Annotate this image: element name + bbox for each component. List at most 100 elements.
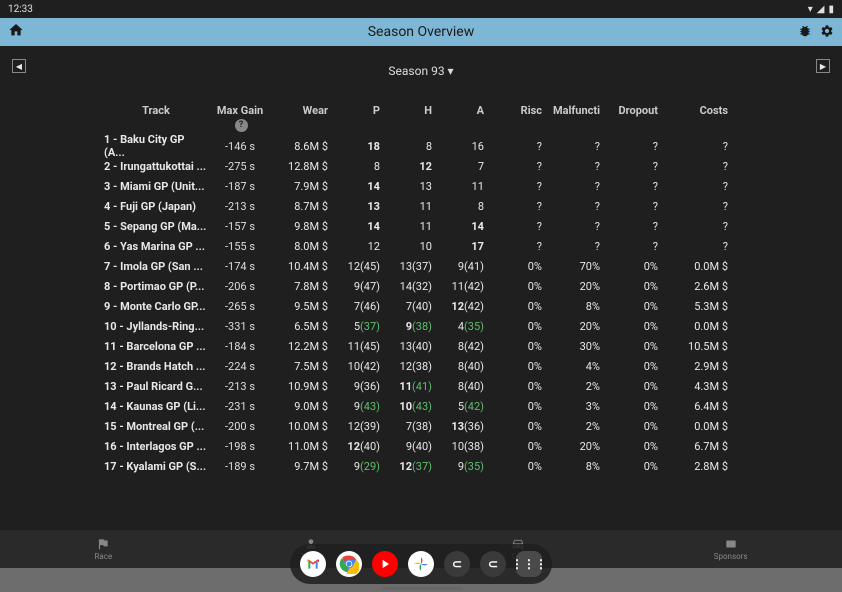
table-row[interactable]: 11 - Barcelona GP ...-184 s12.2M $11(45)…: [8, 336, 834, 356]
nav-race[interactable]: Race: [94, 537, 112, 561]
a-val: 8(40): [432, 380, 484, 393]
h-val: 9(38): [380, 320, 432, 333]
table-row[interactable]: 1 - Baku City GP (A...-146 s8.6M $18816?…: [8, 136, 834, 156]
p-val: 12(39): [328, 420, 380, 433]
risc: 0%: [484, 460, 542, 473]
malfunction: ?: [542, 140, 600, 153]
app-icon-2[interactable]: ⊂: [480, 551, 506, 577]
costs: ?: [658, 140, 728, 153]
table-row[interactable]: 17 - Kyalami GP (S...-189 s9.7M $9(29)12…: [8, 456, 834, 476]
dropout: ?: [600, 180, 658, 193]
costs: ?: [658, 240, 728, 253]
p-val: 5(37): [328, 320, 380, 333]
youtube-icon[interactable]: [372, 551, 398, 577]
season-selector[interactable]: Season 93 ▾: [388, 64, 453, 78]
table-row[interactable]: 6 - Yas Marina GP ...-155 s8.0M $121017?…: [8, 236, 834, 256]
max-gain: -174 s: [208, 260, 272, 273]
wear: 9.8M $: [272, 220, 328, 233]
h-val: 12(38): [380, 360, 432, 373]
photos-icon[interactable]: [408, 551, 434, 577]
h-val: 11: [380, 200, 432, 213]
track-name: 1 - Baku City GP (A...: [8, 133, 208, 159]
a-val: 7: [432, 160, 484, 173]
col-p: P: [328, 104, 380, 132]
table-row[interactable]: 16 - Interlagos GP ...-198 s11.0M $12(40…: [8, 436, 834, 456]
max-gain: -231 s: [208, 400, 272, 413]
wear: 11.0M $: [272, 440, 328, 453]
table-row[interactable]: 9 - Monte Carlo GP...-265 s9.5M $7(46)7(…: [8, 296, 834, 316]
wear: 9.0M $: [272, 400, 328, 413]
table-row[interactable]: 5 - Sepang GP (Ma...-157 s9.8M $141114??…: [8, 216, 834, 236]
a-val: 16: [432, 140, 484, 153]
table-row[interactable]: 14 - Kaunas GP (Li...-231 s9.0M $9(43)10…: [8, 396, 834, 416]
costs: 6.4M $: [658, 400, 728, 413]
track-name: 10 - Jyllands-Ring...: [8, 320, 208, 333]
table-row[interactable]: 8 - Portimao GP (P...-206 s7.8M $9(47)14…: [8, 276, 834, 296]
table-row[interactable]: 12 - Brands Hatch ...-224 s7.5M $10(42)1…: [8, 356, 834, 376]
malfunction: ?: [542, 180, 600, 193]
risc: 0%: [484, 360, 542, 373]
a-val: 10(38): [432, 440, 484, 453]
malfunction: 8%: [542, 300, 600, 313]
table-row[interactable]: 7 - Imola GP (San ...-174 s10.4M $12(45)…: [8, 256, 834, 276]
max-gain: -200 s: [208, 420, 272, 433]
table-row[interactable]: 10 - Jyllands-Ring...-331 s6.5M $5(37)9(…: [8, 316, 834, 336]
a-val: 17: [432, 240, 484, 253]
dropout: ?: [600, 240, 658, 253]
max-gain: -189 s: [208, 460, 272, 473]
h-val: 13(40): [380, 340, 432, 353]
table-row[interactable]: 4 - Fuji GP (Japan)-213 s8.7M $13118????: [8, 196, 834, 216]
costs: 10.5M $: [658, 340, 728, 353]
app-icon-1[interactable]: ⊂: [444, 551, 470, 577]
settings-icon[interactable]: [820, 23, 834, 42]
chevron-down-icon: ▾: [448, 64, 454, 78]
track-name: 2 - Irungattukottai ...: [8, 160, 208, 173]
table-row[interactable]: 3 - Miami GP (Unit...-187 s7.9M $141311?…: [8, 176, 834, 196]
wear: 9.5M $: [272, 300, 328, 313]
malfunction: 20%: [542, 440, 600, 453]
wear: 10.4M $: [272, 260, 328, 273]
dropout: 0%: [600, 340, 658, 353]
next-season-button[interactable]: ▶: [816, 59, 830, 73]
wear: 8.6M $: [272, 140, 328, 153]
track-name: 7 - Imola GP (San ...: [8, 260, 208, 273]
risc: 0%: [484, 280, 542, 293]
wear: 8.7M $: [272, 200, 328, 213]
p-val: 8: [328, 160, 380, 173]
help-icon[interactable]: ?: [235, 119, 248, 132]
gmail-icon[interactable]: [300, 551, 326, 577]
app-drawer-icon[interactable]: ⋮⋮⋮: [516, 551, 542, 577]
costs: ?: [658, 160, 728, 173]
dropout: 0%: [600, 360, 658, 373]
chrome-icon[interactable]: [336, 551, 362, 577]
status-icons: ▾ ◢ ▮: [808, 4, 834, 15]
p-val: 18: [328, 140, 380, 153]
max-gain: -155 s: [208, 240, 272, 253]
max-gain: -213 s: [208, 200, 272, 213]
bug-icon[interactable]: [798, 23, 812, 42]
dropout: 0%: [600, 380, 658, 393]
nav-pill[interactable]: [381, 587, 461, 590]
p-val: 14: [328, 220, 380, 233]
costs: ?: [658, 180, 728, 193]
table-row[interactable]: 13 - Paul Ricard G...-213 s10.9M $9(36)1…: [8, 376, 834, 396]
p-val: 12(45): [328, 260, 380, 273]
risc: 0%: [484, 320, 542, 333]
track-name: 13 - Paul Ricard G...: [8, 380, 208, 393]
costs: 0.0M $: [658, 420, 728, 433]
max-gain: -206 s: [208, 280, 272, 293]
table-row[interactable]: 15 - Montreal GP (...-200 s10.0M $12(39)…: [8, 416, 834, 436]
dropout: ?: [600, 220, 658, 233]
track-name: 12 - Brands Hatch ...: [8, 360, 208, 373]
nav-sponsors[interactable]: Sponsors: [714, 537, 748, 561]
h-val: 12(37): [380, 460, 432, 473]
risc: ?: [484, 180, 542, 193]
track-name: 6 - Yas Marina GP ...: [8, 240, 208, 253]
table-row[interactable]: 2 - Irungattukottai ...-275 s12.8M $8127…: [8, 156, 834, 176]
home-icon[interactable]: [8, 22, 24, 42]
costs: 2.6M $: [658, 280, 728, 293]
a-val: 11(42): [432, 280, 484, 293]
app-dock: ⊂ ⊂ ⋮⋮⋮: [290, 544, 552, 584]
prev-season-button[interactable]: ◀: [12, 59, 26, 73]
col-costs: Costs: [658, 104, 728, 132]
